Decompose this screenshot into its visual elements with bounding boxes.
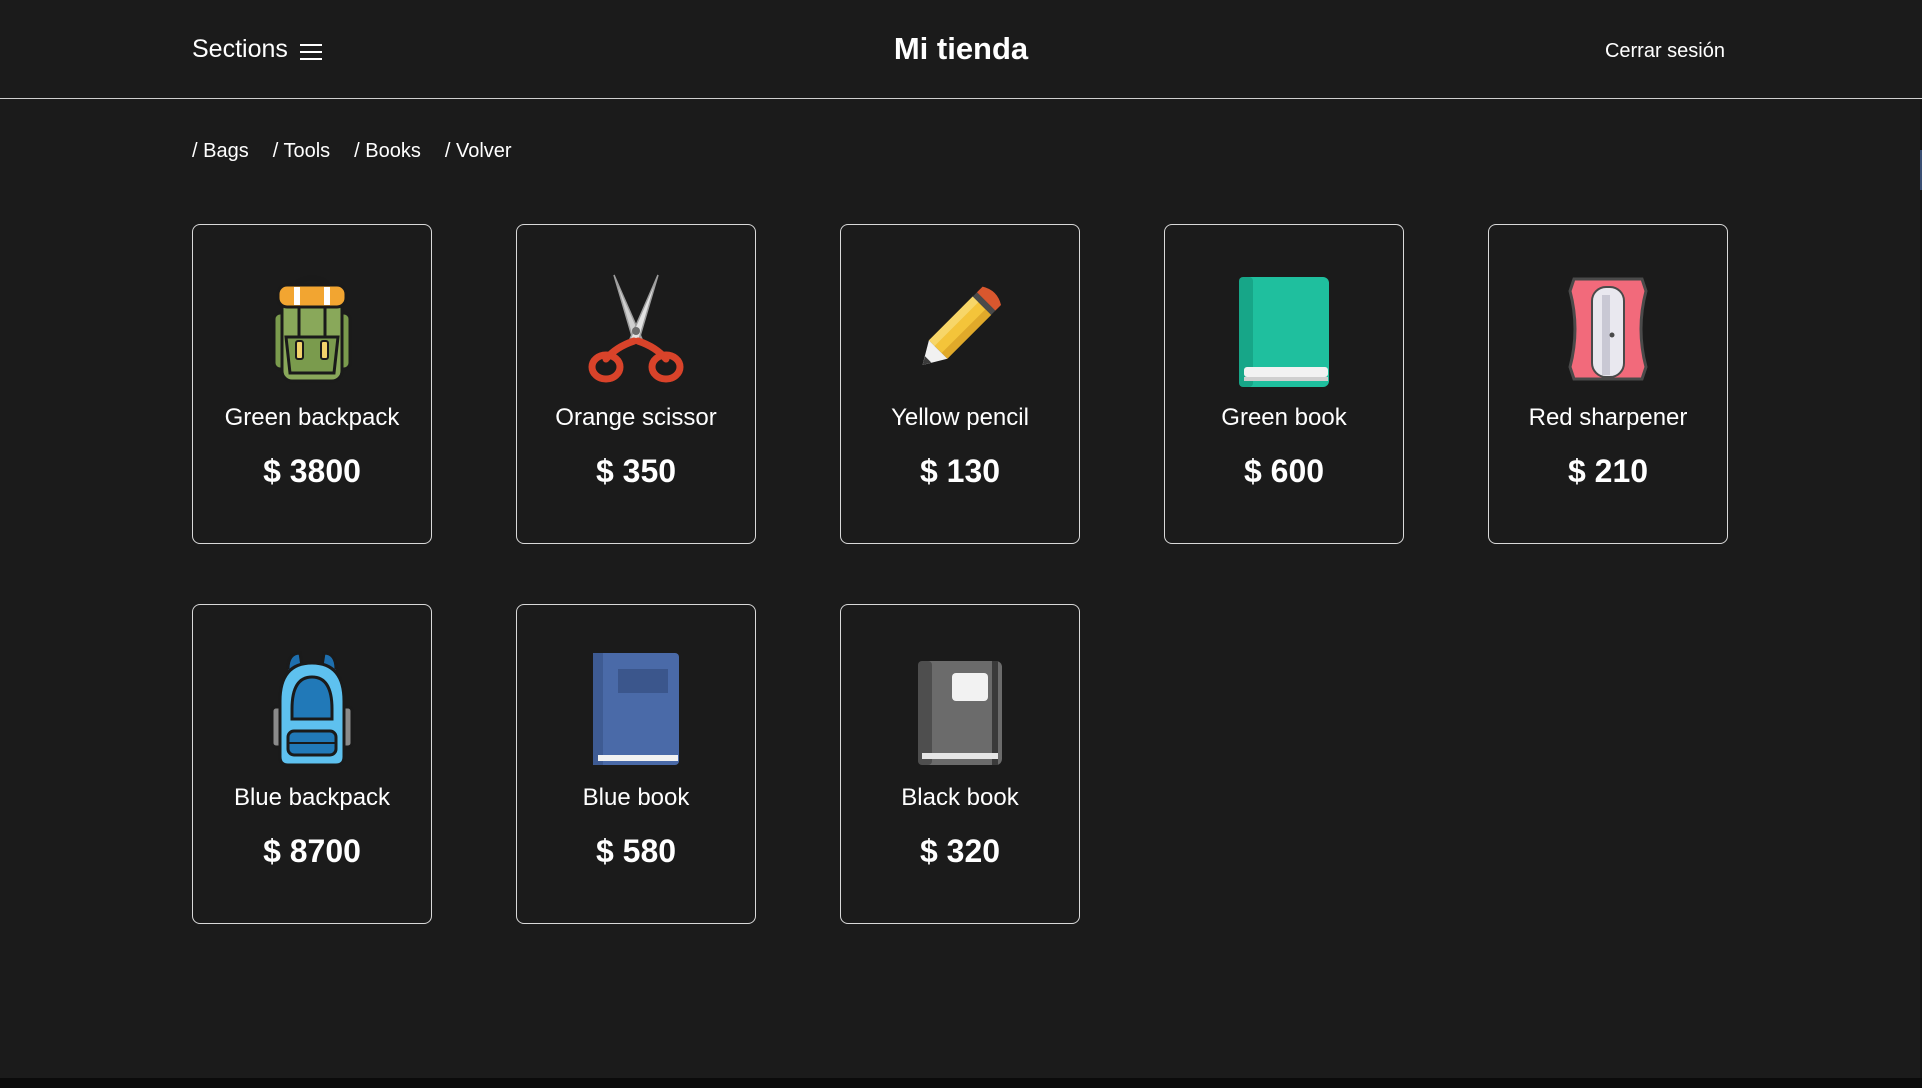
product-card[interactable]: Red sharpener $ 210 bbox=[1488, 224, 1728, 544]
sharpener-icon bbox=[1548, 269, 1668, 389]
product-name: Blue book bbox=[582, 784, 690, 811]
green-book-icon bbox=[1224, 269, 1344, 389]
product-price: $ 580 bbox=[595, 833, 677, 869]
product-price: $ 320 bbox=[919, 833, 1001, 869]
category-nav: / Bags / Tools / Books / Volver bbox=[192, 138, 512, 164]
sections-label: Sections bbox=[192, 35, 288, 63]
product-card[interactable]: Yellow pencil $ 130 bbox=[840, 224, 1080, 544]
product-name: Red sharpener bbox=[1528, 404, 1688, 431]
window-bottom-edge bbox=[0, 1078, 1922, 1088]
product-price: $ 350 bbox=[595, 453, 677, 489]
product-name: Black book bbox=[901, 784, 1019, 811]
product-price: $ 600 bbox=[1243, 453, 1325, 489]
category-link-bags[interactable]: / Bags bbox=[192, 138, 249, 164]
page: Sections Mi tienda Cerrar sesión / Bags … bbox=[0, 0, 1922, 1078]
category-link-volver[interactable]: / Volver bbox=[445, 138, 512, 164]
logout-link[interactable]: Cerrar sesión bbox=[1605, 38, 1725, 64]
product-price: $ 210 bbox=[1567, 453, 1649, 489]
product-name: Green backpack bbox=[224, 404, 400, 431]
scissors-icon bbox=[576, 269, 696, 389]
sections-menu-button[interactable]: Sections bbox=[192, 34, 322, 64]
black-book-icon bbox=[900, 649, 1020, 769]
product-name: Yellow pencil bbox=[891, 404, 1029, 431]
blue-book-icon bbox=[576, 649, 696, 769]
blue-backpack-icon bbox=[252, 649, 372, 769]
product-grid: Green backpack $ 3800 Orange scissor $ 3… bbox=[192, 224, 1728, 924]
product-price: $ 8700 bbox=[263, 833, 361, 869]
product-price: $ 130 bbox=[919, 453, 1001, 489]
pencil-icon bbox=[900, 269, 1020, 389]
product-card[interactable]: Orange scissor $ 350 bbox=[516, 224, 756, 544]
top-header: Sections Mi tienda Cerrar sesión bbox=[0, 0, 1922, 99]
green-backpack-icon bbox=[252, 269, 372, 389]
product-price: $ 3800 bbox=[263, 453, 361, 489]
product-card[interactable]: Black book $ 320 bbox=[840, 604, 1080, 924]
product-card[interactable]: Blue book $ 580 bbox=[516, 604, 756, 924]
hamburger-menu-icon bbox=[299, 44, 322, 60]
category-link-books[interactable]: / Books bbox=[354, 138, 421, 164]
product-name: Orange scissor bbox=[555, 404, 717, 431]
product-name: Blue backpack bbox=[233, 784, 391, 811]
product-card[interactable]: Green backpack $ 3800 bbox=[192, 224, 432, 544]
category-link-tools[interactable]: / Tools bbox=[273, 138, 330, 164]
product-card[interactable]: Blue backpack $ 8700 bbox=[192, 604, 432, 924]
product-name: Green book bbox=[1221, 404, 1347, 431]
product-card[interactable]: Green book $ 600 bbox=[1164, 224, 1404, 544]
